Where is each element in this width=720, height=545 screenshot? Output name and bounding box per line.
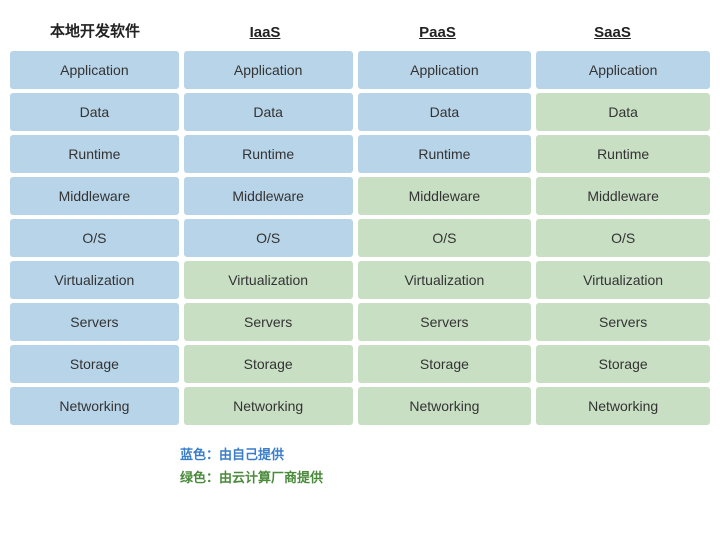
cell-col2-row0: Application — [358, 51, 532, 89]
col1-header: IaaS — [180, 24, 350, 41]
cell-col2-row1: Data — [358, 93, 532, 131]
cell-col0-row7: Storage — [10, 345, 179, 383]
header-row: 本地开发软件 IaaS PaaS SaaS — [10, 20, 710, 41]
cell-col2-row2: Runtime — [358, 135, 532, 173]
cell-col0-row8: Networking — [10, 387, 179, 425]
col3-column: Application Data Runtime Middleware O/S Virtu… — [536, 51, 710, 425]
col1-column: Application Data Runtime Middleware O/S Virtu… — [184, 51, 353, 425]
cell-col1-row0: Application — [184, 51, 353, 89]
cell-col2-row5: Virtualization — [358, 261, 532, 299]
cell-col3-row3: Middleware — [536, 177, 710, 215]
col0-column: Application Data Runtime Middleware O/S Virtu… — [10, 51, 179, 425]
cell-col0-row6: Servers — [10, 303, 179, 341]
cell-col3-row7: Storage — [536, 345, 710, 383]
cell-col0-row4: O/S — [10, 219, 179, 257]
cell-col3-row1: Data — [536, 93, 710, 131]
col2-column: Application Data Runtime Middleware O/S Virtu… — [358, 51, 532, 425]
legend-green: 绿色：由云计算厂商提供 — [180, 466, 710, 489]
cell-col0-row3: Middleware — [10, 177, 179, 215]
legend: 蓝色：由自己提供 绿色：由云计算厂商提供 — [10, 443, 710, 490]
cell-col3-row5: Virtualization — [536, 261, 710, 299]
cell-col1-row1: Data — [184, 93, 353, 131]
comparison-grid: ApplicationDataRuntimeMiddlewareO/SVirtu… — [10, 51, 710, 425]
cell-col0-row2: Runtime — [10, 135, 179, 173]
cell-col1-row7: Storage — [184, 345, 353, 383]
cell-col2-row6: Servers — [358, 303, 532, 341]
cell-col1-row5: Virtualization — [184, 261, 353, 299]
cell-col3-row4: O/S — [536, 219, 710, 257]
cell-col2-row4: O/S — [358, 219, 532, 257]
cell-col3-row2: Runtime — [536, 135, 710, 173]
cell-col1-row2: Runtime — [184, 135, 353, 173]
cell-col3-row6: Servers — [536, 303, 710, 341]
cell-col1-row4: O/S — [184, 219, 353, 257]
cell-col1-row6: Servers — [184, 303, 353, 341]
col2-header: PaaS — [350, 24, 525, 41]
cell-col2-row7: Storage — [358, 345, 532, 383]
col0-header: 本地开发软件 — [10, 20, 180, 41]
cell-col0-row1: Data — [10, 93, 179, 131]
cell-col1-row8: Networking — [184, 387, 353, 425]
cell-col2-row8: Networking — [358, 387, 532, 425]
col3-header: SaaS — [525, 24, 700, 41]
legend-blue: 蓝色：由自己提供 — [180, 443, 710, 466]
cell-col1-row3: Middleware — [184, 177, 353, 215]
cell-col2-row3: Middleware — [358, 177, 532, 215]
cell-col3-row8: Networking — [536, 387, 710, 425]
cell-col3-row0: Application — [536, 51, 710, 89]
cell-col0-row5: Virtualization — [10, 261, 179, 299]
cell-col0-row0: Application — [10, 51, 179, 89]
